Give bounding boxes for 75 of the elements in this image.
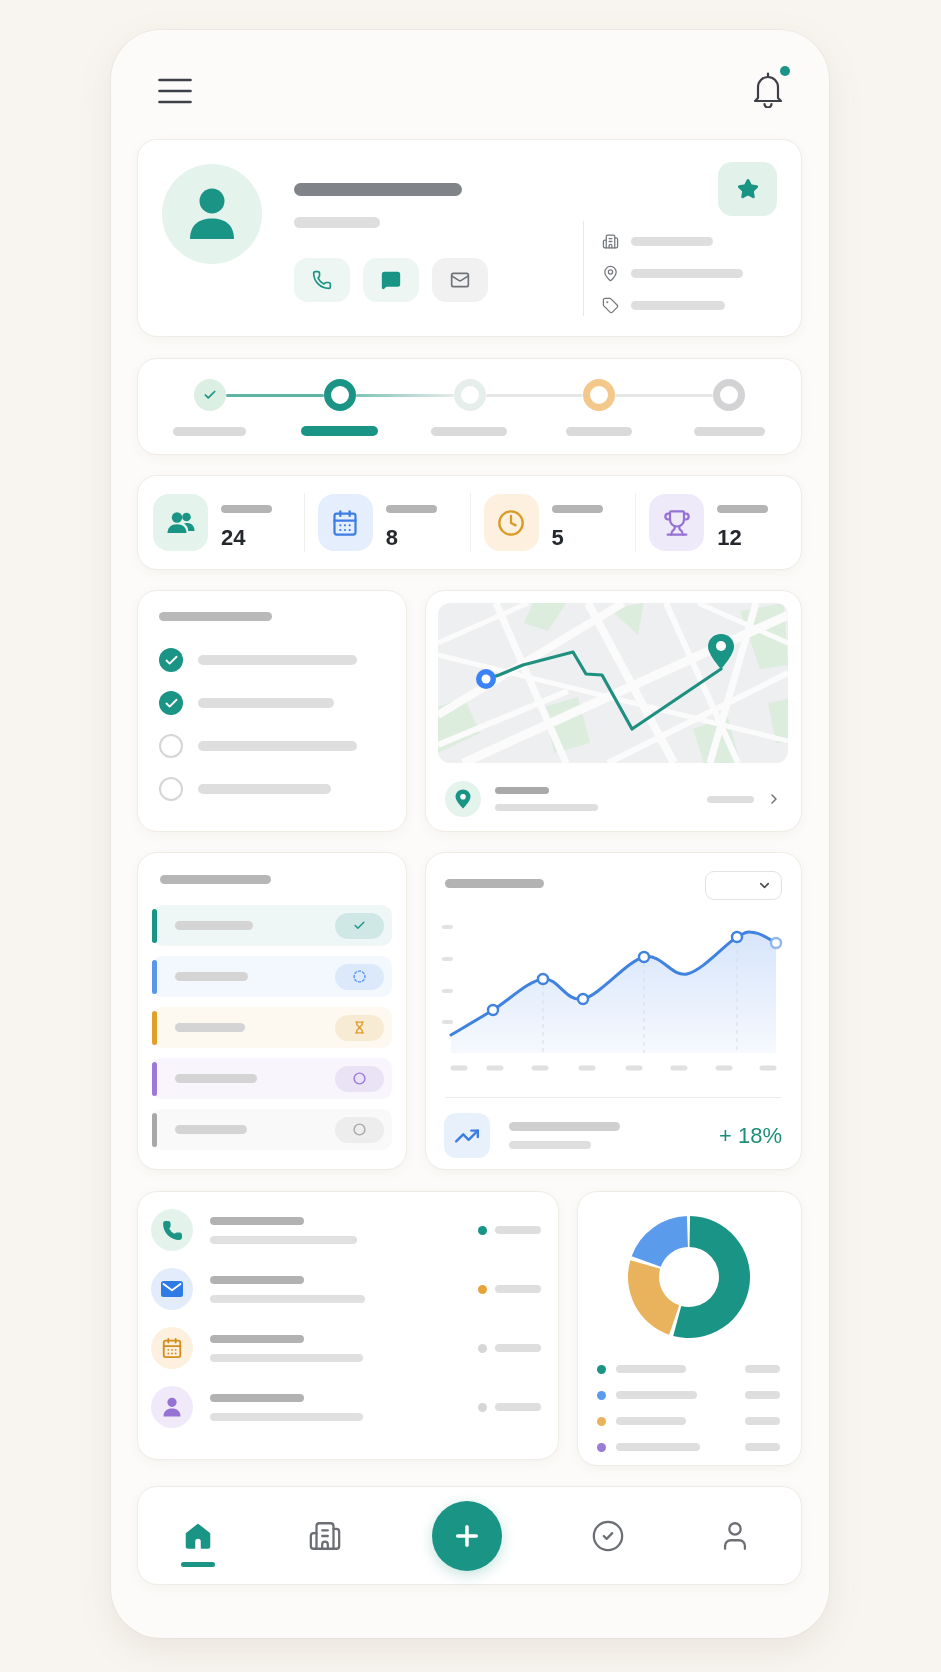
tick-placeholder (715, 1065, 733, 1071)
people-icon (153, 494, 208, 551)
check-icon (335, 912, 384, 939)
checkbox[interactable] (159, 777, 183, 801)
status-row[interactable] (152, 1058, 392, 1099)
email-button[interactable] (432, 258, 488, 302)
building-icon (602, 232, 619, 250)
star-icon (736, 178, 759, 200)
tick-placeholder (450, 1065, 468, 1071)
calendar-icon (317, 494, 373, 551)
stat-value: 24 (221, 524, 246, 551)
text-placeholder (175, 1023, 245, 1032)
envelope-icon (450, 270, 470, 290)
location-pin-icon (602, 264, 619, 282)
text-placeholder (385, 504, 437, 513)
notifications-button[interactable] (752, 66, 790, 108)
text-placeholder (175, 1125, 247, 1134)
text-placeholder (745, 1365, 780, 1373)
text-placeholder (717, 504, 769, 513)
envelope-icon (151, 1268, 193, 1310)
add-button[interactable] (431, 1500, 502, 1571)
start-point-icon (476, 669, 496, 689)
chat-bubble-icon (381, 270, 401, 290)
message-button[interactable] (363, 258, 419, 302)
tag-icon (602, 296, 619, 314)
text-placeholder (551, 504, 603, 513)
text-placeholder (616, 1417, 686, 1425)
data-point (769, 936, 783, 950)
text-placeholder (495, 1226, 541, 1234)
status-row[interactable] (152, 956, 392, 997)
clock-icon (483, 494, 539, 551)
text-placeholder (745, 1417, 780, 1425)
data-point (730, 930, 744, 944)
tick-placeholder (578, 1065, 596, 1071)
calendar-icon (151, 1327, 193, 1369)
data-point (536, 972, 550, 986)
home-icon (184, 1521, 212, 1550)
tick-placeholder (531, 1065, 549, 1071)
stat-value: 8 (385, 524, 398, 551)
text-placeholder (707, 795, 754, 803)
menu-icon (158, 78, 192, 104)
text-placeholder (495, 1403, 541, 1411)
favorite-button[interactable] (718, 162, 777, 216)
data-point (486, 1003, 500, 1017)
bell-icon (752, 72, 784, 108)
stat-value: 5 (551, 524, 564, 551)
checkbox[interactable] (159, 648, 183, 672)
trophy-icon (649, 494, 705, 551)
stat-value: 12 (717, 524, 742, 551)
person-icon (151, 1386, 193, 1428)
text-placeholder (616, 1365, 686, 1373)
checkbox[interactable] (159, 734, 183, 758)
text-placeholder (745, 1443, 780, 1451)
tick-placeholder (625, 1065, 643, 1071)
phone-icon (151, 1209, 193, 1251)
tick-placeholder (759, 1065, 777, 1071)
text-placeholder (495, 787, 549, 794)
map-pin-icon (445, 781, 481, 817)
data-point (576, 992, 590, 1006)
data-point (637, 950, 651, 964)
menu-button[interactable] (158, 78, 192, 104)
checkbox[interactable] (159, 691, 183, 715)
call-button[interactable] (294, 258, 350, 302)
phone-icon (312, 270, 332, 290)
text-placeholder (221, 504, 272, 513)
tick-placeholder (670, 1065, 688, 1071)
hourglass-icon (335, 1014, 384, 1041)
active-indicator (181, 1561, 215, 1567)
change-value: + 18% (719, 1122, 782, 1149)
map-pin-icon (708, 634, 734, 669)
tick-placeholder (486, 1065, 504, 1071)
check-circle-icon (591, 1518, 626, 1553)
text-placeholder (495, 1285, 541, 1293)
text-placeholder (495, 1344, 541, 1352)
text-placeholder (745, 1391, 780, 1399)
